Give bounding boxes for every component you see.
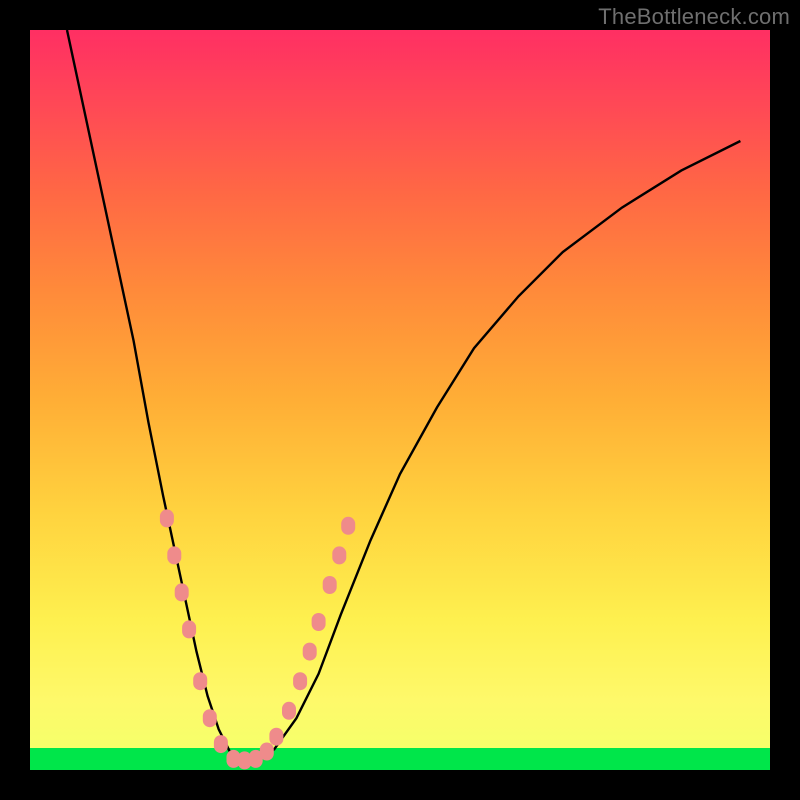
curve-marker: [293, 672, 307, 690]
curve-marker: [323, 576, 337, 594]
curve-marker: [193, 672, 207, 690]
curve-marker: [182, 620, 196, 638]
curve-marker: [282, 702, 296, 720]
curve-marker: [167, 546, 181, 564]
curve-marker: [269, 728, 283, 746]
curve-marker: [341, 517, 355, 535]
curve-marker: [312, 613, 326, 631]
curve-marker: [332, 546, 346, 564]
bottleneck-curve: [67, 30, 740, 761]
curve-marker: [175, 583, 189, 601]
plot-area: [30, 30, 770, 770]
chart-frame: TheBottleneck.com: [0, 0, 800, 800]
watermark-text: TheBottleneck.com: [598, 4, 790, 30]
curve-markers: [160, 509, 355, 769]
curve-marker: [214, 735, 228, 753]
curve-marker: [303, 643, 317, 661]
curve-marker: [260, 743, 274, 761]
curve-marker: [203, 709, 217, 727]
curve-marker: [160, 509, 174, 527]
curve-layer: [30, 30, 770, 770]
